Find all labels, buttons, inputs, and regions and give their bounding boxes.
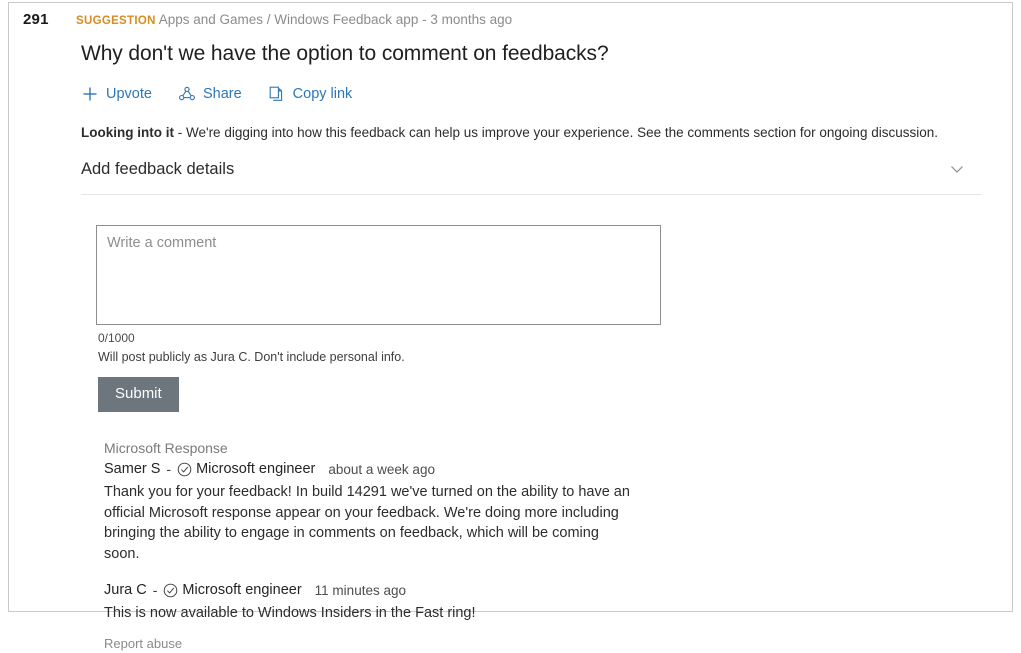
upvote-label: Upvote (106, 86, 152, 102)
feedback-meta: SUGGESTION Apps and Games / Windows Feedb… (76, 11, 994, 30)
comment-composer: 0/1000 Will post publicly as Jura C. Don… (76, 225, 994, 412)
status-line: Looking into it - We're digging into how… (76, 123, 994, 142)
response-time: about a week ago (328, 462, 435, 477)
category-tag: SUGGESTION (76, 15, 156, 27)
status-text: - We're digging into how this feedback c… (173, 125, 938, 140)
post-notice: Will post publicly as Jura C. Don't incl… (98, 350, 405, 364)
verified-check-icon (163, 583, 178, 598)
response-author: Samer S (104, 461, 161, 477)
section-divider (81, 194, 982, 195)
meta-dash: - (166, 461, 172, 477)
comment-input[interactable] (96, 225, 661, 325)
submit-button[interactable]: Submit (98, 377, 179, 412)
share-label: Share (202, 86, 242, 102)
share-icon (178, 85, 196, 103)
action-bar: Upvote Share Copy link (76, 84, 994, 104)
share-button[interactable]: Share (178, 84, 242, 104)
response-author: Jura C (104, 582, 147, 598)
copy-link-label: Copy link (292, 86, 353, 102)
response-meta: Jura C - Microsoft engineer 11 minutes a… (104, 580, 994, 601)
category-path: Apps and Games / Windows Feedback app - … (158, 12, 513, 27)
response-role: Microsoft engineer (182, 582, 302, 598)
add-feedback-details-label: Add feedback details (81, 160, 235, 178)
upvote-button[interactable]: Upvote (81, 84, 152, 104)
copy-link-button[interactable]: Copy link (268, 84, 353, 104)
responses-section: Microsoft Response Samer S - Microsoft e… (76, 438, 994, 653)
verified-check-icon (177, 462, 192, 477)
feedback-page: 291 SUGGESTION Apps and Games / Windows F… (0, 0, 1021, 651)
feedback-card: 291 SUGGESTION Apps and Games / Windows F… (8, 2, 1013, 651)
response-body: This is now available to Windows Insider… (104, 605, 476, 621)
char-count: 0/1000 (98, 331, 135, 345)
report-abuse-link[interactable]: Report abuse (104, 635, 182, 653)
response-item: Samer S - Microsoft engineer about a wee… (104, 459, 994, 564)
copy-pages-icon (268, 85, 286, 103)
add-feedback-details-toggle[interactable]: Add feedback details (76, 158, 994, 180)
response-role: Microsoft engineer (196, 461, 316, 477)
feedback-content: SUGGESTION Apps and Games / Windows Feedb… (76, 11, 994, 653)
plus-icon (81, 85, 99, 103)
response-time: 11 minutes ago (314, 583, 406, 598)
response-meta: Samer S - Microsoft engineer about a wee… (104, 459, 994, 480)
response-item: Jura C - Microsoft engineer 11 minutes a… (104, 580, 994, 624)
status-badge: Looking into it (81, 125, 174, 140)
vote-count: 291 (23, 11, 49, 28)
page-title: Why don't we have the option to comment … (81, 42, 609, 65)
response-body: Thank you for your feedback! In build 14… (104, 484, 630, 562)
responses-header: Microsoft Response (104, 440, 228, 456)
chevron-down-icon[interactable] (948, 160, 966, 178)
meta-dash: - (152, 582, 158, 598)
